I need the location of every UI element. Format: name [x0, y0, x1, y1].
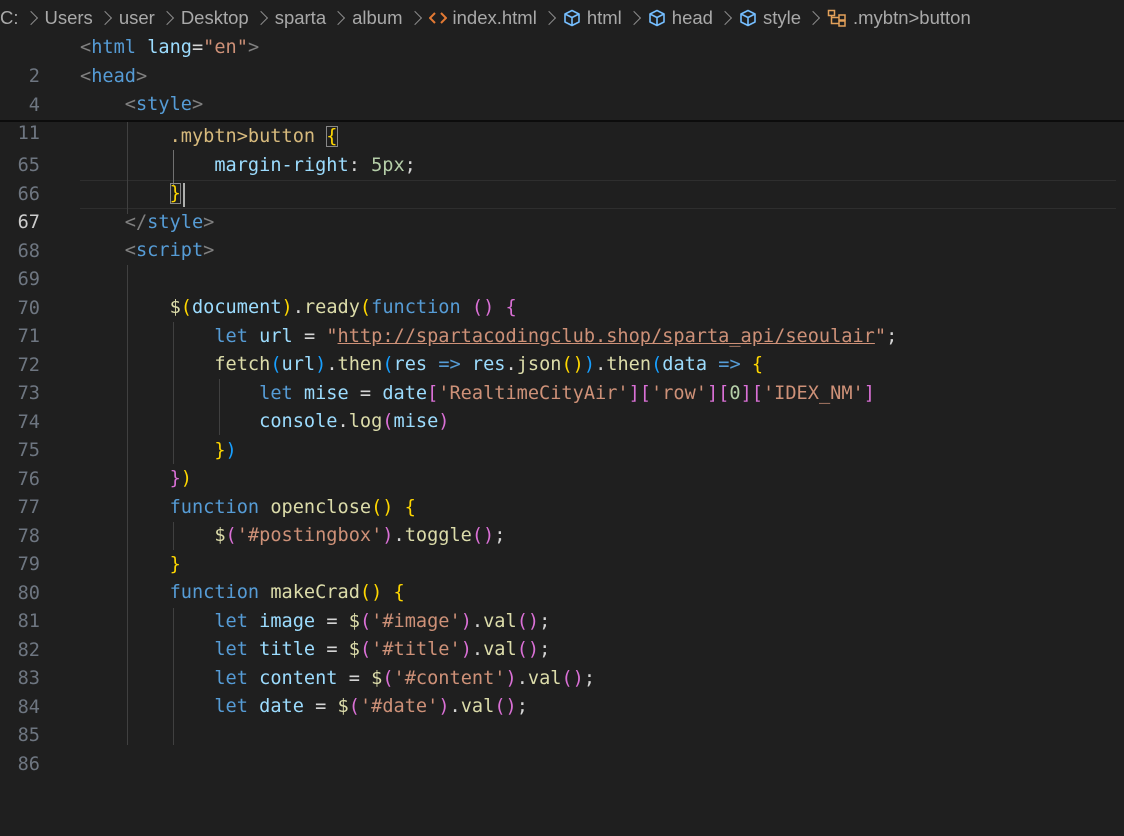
line-number: 86 [17, 753, 40, 775]
line-content: fetch(url).then(res => res.json()).then(… [214, 354, 764, 375]
code-line[interactable]: 80 } [0, 551, 1124, 604]
code-line[interactable]: 82 let image = $('#image').val(); [0, 608, 1124, 661]
code-line[interactable]: 83 let title = $('#title').val(); [0, 636, 1124, 689]
code-line[interactable]: 71 $(document).ready(function () { [0, 294, 1124, 347]
line-content: <style> [124, 94, 204, 115]
line-content: let image = $('#image').val(); [214, 611, 551, 632]
line-content: <head> [80, 66, 148, 87]
code-line[interactable]: 11 <style> [0, 91, 1124, 144]
code-line[interactable]: 2 <html lang="en"> [0, 34, 1124, 87]
line-content: console.log(mise) [259, 411, 450, 432]
line-content: function makeCrad() { [169, 582, 405, 603]
code-line[interactable]: 66 margin-right: 5px; [0, 152, 1124, 205]
code-line[interactable]: 75 console.log(mise) [0, 408, 1124, 461]
code-line[interactable]: 69 <script> [0, 237, 1124, 290]
code-line[interactable]: 84 let content = $('#content').val(); [0, 665, 1124, 718]
line-content: $(document).ready(function () { [169, 297, 517, 318]
code-line[interactable]: 85 let date = $('#date').val(); [0, 693, 1124, 746]
code-line[interactable]: 74 let mise = date['RealtimeCityAir']['r… [0, 380, 1124, 433]
code-line[interactable]: 65 .mybtn>button { [0, 123, 1124, 176]
code-line[interactable]: 86 [0, 722, 1124, 775]
line-content: margin-right: 5px; [214, 155, 416, 176]
code-line[interactable]: 77 }) [0, 465, 1124, 518]
code-line[interactable]: 76 }) [0, 437, 1124, 490]
line-content: let title = $('#title').val(); [214, 639, 551, 660]
sticky-scroll-divider [0, 120, 1124, 122]
text-cursor [183, 183, 185, 207]
line-content: .mybtn>button { [169, 126, 338, 147]
code-line[interactable]: 68 </style> [0, 209, 1124, 262]
line-content: } [169, 183, 181, 204]
code-line[interactable]: 79 $('#postingbox').toggle(); [0, 522, 1124, 575]
line-content: let content = $('#content').val(); [214, 668, 596, 689]
code-line[interactable]: 72 let url = "http://spartacodingclub.sh… [0, 323, 1124, 376]
code-line[interactable]: 4 <head> [0, 63, 1124, 116]
code-editor[interactable]: 2 <html lang="en"> 4 <head> 11 <style> 6… [0, 0, 1124, 775]
code-line[interactable]: 78 function openclose() { [0, 494, 1124, 547]
line-content: <html lang="en"> [80, 37, 260, 58]
line-content: function openclose() { [169, 497, 416, 518]
line-content: }) [169, 468, 192, 489]
line-content: }) [214, 440, 237, 461]
line-content: let mise = date['RealtimeCityAir']['row'… [259, 383, 875, 404]
line-content: } [169, 554, 181, 575]
code-line[interactable]: 81 function makeCrad() { [0, 579, 1124, 632]
line-content: let date = $('#date').val(); [214, 696, 528, 717]
code-line[interactable]: 73 fetch(url).then(res => res.json()).th… [0, 351, 1124, 404]
line-content: $('#postingbox').toggle(); [214, 525, 506, 546]
code-line[interactable]: 67 } [0, 180, 1124, 233]
line-content: </style> [124, 212, 215, 233]
code-line[interactable]: 70 [0, 266, 1124, 319]
line-content: let url = "http://spartacodingclub.shop/… [214, 326, 898, 347]
line-content: <script> [124, 240, 215, 261]
